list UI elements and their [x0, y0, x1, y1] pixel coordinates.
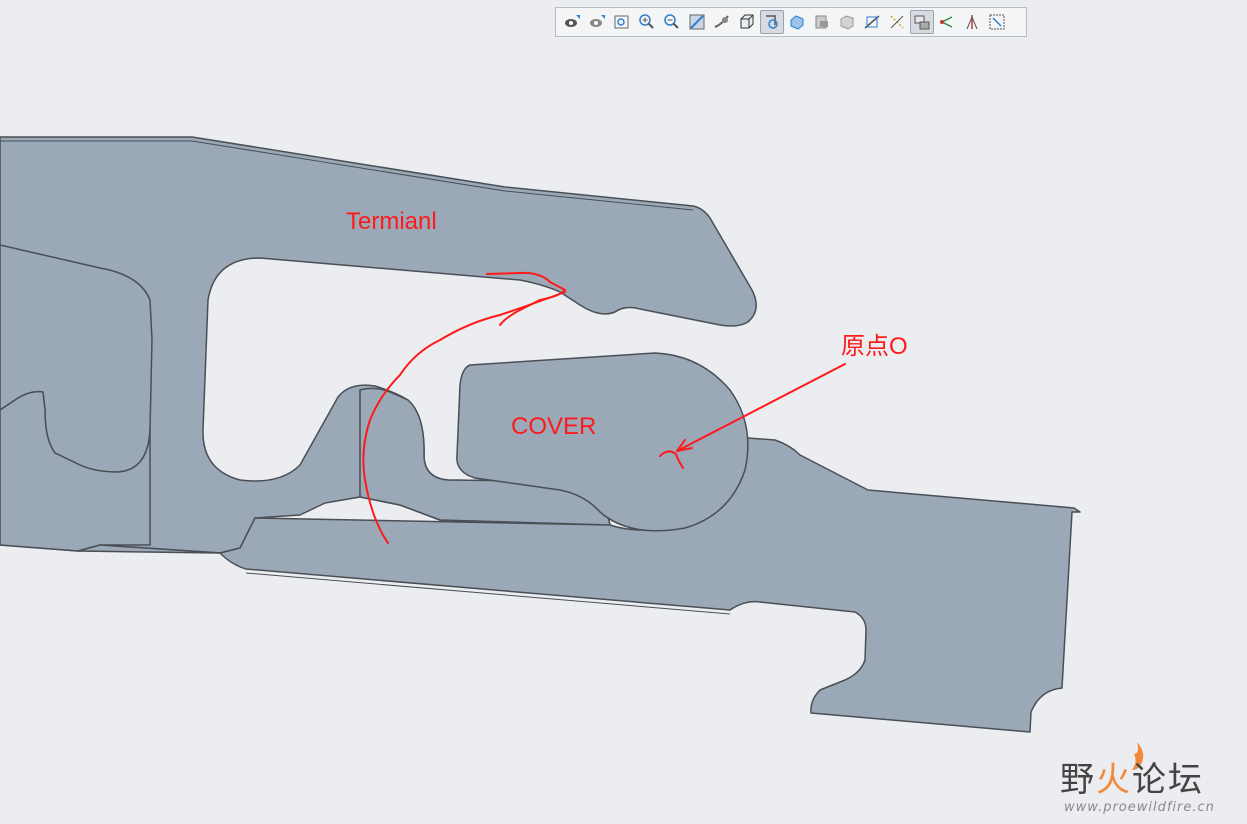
refit-icon [614, 15, 629, 29]
plane-display-icon [864, 15, 880, 29]
section-button[interactable] [810, 10, 834, 34]
axis-display-button[interactable] [885, 10, 909, 34]
watermark-title-part2: 火 [1096, 760, 1132, 800]
rotation-center-button[interactable] [760, 10, 784, 34]
view-manager-button[interactable] [585, 10, 609, 34]
model-viewport[interactable] [0, 0, 1247, 824]
view-manager-icon [590, 15, 605, 27]
repaint-icon [689, 14, 705, 30]
zoom-in-icon [639, 14, 654, 29]
point-display-icon [914, 15, 930, 30]
cover-label: COVER [511, 413, 597, 440]
zoom-out-icon [664, 14, 679, 29]
annotation-display-button[interactable] [985, 10, 1009, 34]
watermark-title: 野火论坛 [1060, 752, 1204, 801]
appearance-button[interactable] [835, 10, 859, 34]
terminal-label: Termianl [346, 208, 437, 235]
spin-center-icon [966, 15, 978, 30]
point-display-button[interactable] [910, 10, 934, 34]
saved-views-button[interactable] [560, 10, 584, 34]
origin-label: 原点O [841, 333, 908, 360]
csys-display-button[interactable] [935, 10, 959, 34]
annotation-display-icon [989, 14, 1005, 30]
forum-watermark: 野火论坛 www.proewildfire.cn [1060, 742, 1240, 820]
named-views-icon [790, 15, 804, 30]
named-views-button[interactable] [785, 10, 809, 34]
section-icon [815, 15, 828, 29]
csys-display-icon [940, 16, 953, 28]
watermark-url: www.proewildfire.cn [1064, 800, 1215, 815]
spin-center-button[interactable] [960, 10, 984, 34]
appearance-icon [840, 15, 854, 30]
repaint-button[interactable] [685, 10, 709, 34]
view-toolbar [555, 7, 1027, 37]
display-style-icon [740, 14, 754, 29]
watermark-title-part3: 论坛 [1132, 760, 1204, 800]
saved-views-icon [565, 15, 580, 27]
axis-display-icon [890, 15, 904, 29]
display-style-button[interactable] [735, 10, 759, 34]
watermark-title-part1: 野 [1060, 760, 1096, 800]
zoom-in-button[interactable] [635, 10, 659, 34]
perspective-icon [714, 15, 729, 28]
perspective-button[interactable] [710, 10, 734, 34]
refit-button[interactable] [610, 10, 634, 34]
zoom-out-button[interactable] [660, 10, 684, 34]
rotation-center-icon [766, 15, 778, 29]
plane-display-button[interactable] [860, 10, 884, 34]
